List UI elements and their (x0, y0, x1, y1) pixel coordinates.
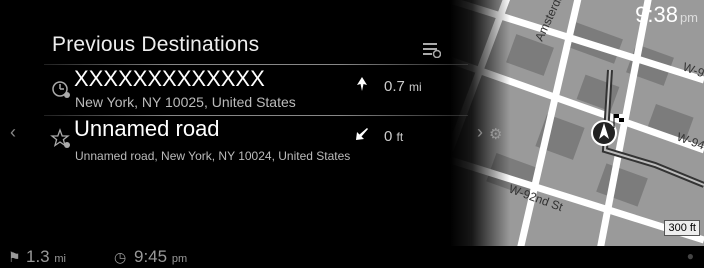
gear-icon[interactable]: ⚙ (489, 125, 502, 143)
remaining-value: 1.3 (26, 247, 50, 266)
distance-value: 0 (384, 128, 393, 145)
list-sort-icon[interactable] (423, 42, 441, 58)
chevron-left-icon[interactable]: ‹ (10, 122, 16, 143)
divider (44, 64, 468, 65)
eta-ampm: pm (171, 253, 188, 265)
destination-name: XXXXXXXXXXXXX (74, 66, 265, 91)
flag-icon: ⚑ (8, 249, 21, 265)
bluetooth-icon: ● (686, 249, 694, 263)
map-scale: 300 ft (664, 220, 700, 236)
distance-unit: mi (409, 80, 422, 94)
destination-address: New York, NY 10025, United States (75, 94, 296, 110)
list-item-destination-2[interactable]: Unnamed road Unnamed road, New York, NY … (44, 116, 466, 168)
page-title: Previous Destinations (52, 33, 260, 56)
destination-distance: 0.7 mi (384, 78, 422, 95)
remaining-unit: mi (54, 253, 66, 265)
distance-unit: ft (396, 130, 404, 144)
clock-icon: ◷ (114, 249, 127, 265)
chevron-right-icon[interactable]: › (477, 122, 483, 143)
nav-screen: Amsterdam W-9 W-94 W-92nd St 300 ft 9:38… (0, 0, 704, 268)
favorite-icon (50, 128, 70, 148)
destination-name: Unnamed road (74, 116, 220, 141)
status-bar: ⚑ 1.3 mi ◷ 9:45 pm ● (0, 246, 704, 268)
clock-time: 9:38 (635, 2, 678, 27)
eta-time: 9:45 (134, 247, 168, 266)
eta: 9:45 pm (134, 247, 187, 267)
history-icon (52, 81, 70, 98)
destination-address: Unnamed road, New York, NY 10024, United… (75, 149, 351, 163)
up-arrow-icon (357, 77, 367, 91)
distance-value: 0.7 (384, 78, 405, 95)
down-left-arrow-icon (356, 128, 368, 140)
clock-ampm: pm (679, 10, 698, 25)
destination-distance: 0 ft (384, 128, 403, 145)
map-canvas: Amsterdam W-9 W-94 W-92nd St (450, 0, 704, 246)
map-view[interactable]: Amsterdam W-9 W-94 W-92nd St 300 ft (450, 0, 704, 246)
clock: 9:38 pm (635, 2, 698, 28)
list-item-destination-1[interactable]: XXXXXXXXXXXXX New York, NY 10025, United… (44, 66, 466, 114)
remaining-distance: 1.3 mi (26, 247, 66, 267)
